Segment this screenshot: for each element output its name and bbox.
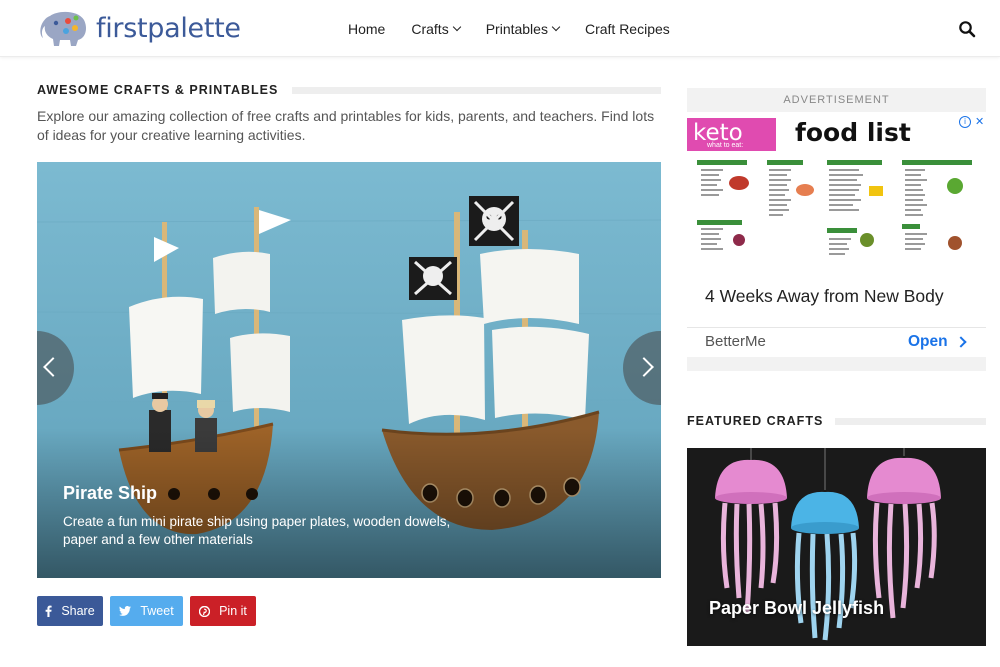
ad-unit[interactable]: keto what to eat: food list i ✕ 4 Weeks … (687, 112, 986, 357)
twitter-icon (119, 606, 132, 616)
twitter-share-button[interactable]: Tweet (110, 596, 183, 626)
logo-wordmark: firstpalette (96, 12, 241, 44)
site-header: firstpalette Home Crafts Printables Craf… (0, 0, 1000, 57)
nav-item-crafts[interactable]: Crafts (411, 20, 461, 37)
chevron-left-icon (43, 357, 63, 377)
share-button-label: Pin it (219, 604, 247, 618)
ad-open-label: Open (908, 333, 948, 350)
keto-subtitle: what to eat: (707, 142, 744, 149)
section-heading-text: AWESOME CRAFTS & PRINTABLES (37, 83, 279, 97)
chevron-down-icon (551, 22, 561, 31)
nav-item-label: Craft Recipes (584, 20, 670, 37)
heading-rule (835, 417, 986, 425)
search-icon[interactable] (958, 20, 976, 38)
pinterest-icon (199, 605, 211, 617)
share-button-label: Share (61, 604, 95, 618)
site-logo[interactable]: firstpalette (38, 8, 241, 48)
featured-crafts-heading: FEATURED CRAFTS (687, 414, 986, 428)
elephant-logo-icon (40, 11, 86, 46)
nav-item-label: Printables (485, 20, 548, 37)
ad-divider (687, 327, 986, 328)
slide-description: Create a fun mini pirate ship using pape… (63, 514, 451, 547)
slide-title[interactable]: Pirate Ship (63, 483, 157, 504)
featured-craft-title[interactable]: Paper Bowl Jellyfish (709, 598, 884, 619)
nav-item-home[interactable]: Home (348, 21, 385, 37)
intro-text: Explore our amazing collection of free c… (37, 108, 655, 143)
advertisement-label: ADVERTISEMENT (783, 94, 890, 106)
nav-item-printables[interactable]: Printables (485, 20, 561, 37)
chevron-right-icon (954, 336, 967, 348)
share-buttons: Share Tweet Pin it (37, 596, 263, 626)
facebook-share-button[interactable]: Share (37, 596, 103, 626)
ad-banner-image[interactable]: keto what to eat: food list i ✕ (687, 112, 986, 268)
chevron-right-icon (634, 357, 654, 377)
heading-rule (292, 86, 661, 94)
advertisement-box: ADVERTISEMENT keto what to eat: food lis… (687, 88, 986, 371)
featured-crafts-heading-text: FEATURED CRAFTS (687, 414, 824, 428)
facebook-icon (45, 605, 52, 617)
featured-slider[interactable]: Pirate Ship Create a fun mini pirate shi… (37, 162, 661, 578)
pinterest-share-button[interactable]: Pin it (190, 596, 256, 626)
nav-item-label: Home (348, 20, 386, 37)
ad-banner-title: food list (795, 118, 911, 147)
main-nav: Home Crafts Printables Craft Recipes (348, 0, 696, 57)
ad-open-button[interactable]: Open (908, 333, 967, 351)
share-button-label: Tweet (140, 604, 174, 618)
featured-craft-card[interactable]: Paper Bowl Jellyfish (687, 448, 986, 646)
nav-item-craft-recipes[interactable]: Craft Recipes (585, 21, 670, 37)
ad-close-icon[interactable]: ✕ (975, 115, 984, 128)
food-list-graphic (697, 160, 972, 255)
section-heading: AWESOME CRAFTS & PRINTABLES (37, 83, 661, 97)
ad-advertiser-name: BetterMe (705, 333, 766, 350)
chevron-down-icon (452, 22, 461, 31)
ad-headline[interactable]: 4 Weeks Away from New Body (705, 286, 944, 307)
ad-info-icon[interactable]: i (959, 116, 971, 128)
nav-item-label: Crafts (411, 20, 449, 37)
